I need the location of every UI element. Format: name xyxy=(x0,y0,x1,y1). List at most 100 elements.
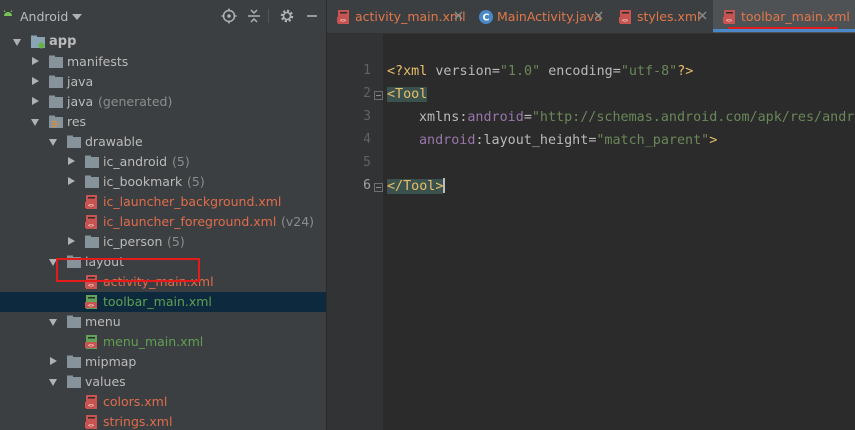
chevron-right-icon[interactable] xyxy=(32,97,39,105)
annotation-underline xyxy=(728,27,838,29)
tree-item[interactable]: java (generated) xyxy=(0,92,326,112)
svg-text:<>: <> xyxy=(88,203,94,209)
folder-icon xyxy=(85,175,99,188)
tree-item[interactable]: drawable xyxy=(0,132,326,152)
code-line-3: xmlns:android="http://schemas.android.co… xyxy=(419,110,855,125)
chevron-right-icon[interactable] xyxy=(68,177,75,185)
project-panel-header: Android xyxy=(0,0,326,33)
tree-item[interactable]: mipmap xyxy=(0,352,326,372)
tab-label: styles.xml xyxy=(637,9,701,24)
chevron-right-icon[interactable] xyxy=(68,157,75,165)
chevron-right-icon[interactable] xyxy=(32,77,39,85)
text-caret xyxy=(443,178,446,193)
chevron-down-icon[interactable] xyxy=(49,379,57,386)
tree-item[interactable]: menu xyxy=(0,312,326,332)
tree-item[interactable]: res xyxy=(0,112,326,132)
tree-item-label: manifests xyxy=(67,54,129,69)
tree-item[interactable]: manifests xyxy=(0,52,326,72)
folder-icon xyxy=(49,115,63,128)
line-gutter: 1 2 3 4 5 6 xyxy=(327,34,383,430)
svg-text:<>: <> xyxy=(622,18,628,24)
tree-item-label: strings.xml xyxy=(103,414,173,429)
folder-icon xyxy=(67,375,81,388)
xml-file-icon: <> xyxy=(85,415,97,429)
svg-text:<>: <> xyxy=(88,223,94,229)
collapse-all-icon[interactable] xyxy=(246,8,262,24)
svg-text:<>: <> xyxy=(88,343,94,349)
tree-item-label: ic_person xyxy=(103,234,163,249)
tree-item[interactable]: app xyxy=(0,32,326,52)
tree-item-label: ic_launcher_background.xml xyxy=(103,194,282,209)
code-line-1: <?xml version="1.0" encoding="utf-8"?> xyxy=(387,64,694,79)
tree-item-label: mipmap xyxy=(85,354,137,369)
tree-item-label: java xyxy=(67,74,94,89)
tree-item[interactable]: values xyxy=(0,372,326,392)
tree-item[interactable]: ic_bookmark (5) xyxy=(0,172,326,192)
java-class-icon: C xyxy=(479,10,493,24)
tree-item[interactable]: <> ic_launcher_background.xml xyxy=(0,192,326,212)
minimize-icon[interactable] xyxy=(304,8,320,24)
tree-item-label: menu_main.xml xyxy=(103,334,204,349)
folder-icon xyxy=(85,235,99,248)
tab-mainactivity-java[interactable]: C MainActivity.java xyxy=(469,0,609,33)
close-icon[interactable] xyxy=(698,11,707,20)
folder-icon xyxy=(49,55,63,68)
tree-item-label: colors.xml xyxy=(103,394,168,409)
line-number: 2 xyxy=(363,86,371,101)
tree-item[interactable]: ic_person (5) xyxy=(0,232,326,252)
tree-item-suffix: (5) xyxy=(187,174,205,189)
svg-text:<>: <> xyxy=(88,303,94,309)
folder-icon xyxy=(85,155,99,168)
tree-item[interactable]: <> ic_launcher_foreground.xml (v24) xyxy=(0,212,326,232)
line-number: 5 xyxy=(363,155,371,170)
tree-item[interactable]: <> colors.xml xyxy=(0,392,326,412)
tab-label: activity_main.xml xyxy=(355,9,466,24)
close-icon[interactable] xyxy=(594,11,603,20)
tool-open-tag: <Tool xyxy=(387,87,428,102)
android-icon xyxy=(3,10,13,16)
code-editor[interactable]: 1 2 3 4 5 6 <?xml version="1.0" encoding="utf… xyxy=(327,34,855,430)
chevron-down-icon[interactable] xyxy=(31,119,39,126)
tool-close-tag: </Tool xyxy=(387,179,436,194)
tree-item[interactable]: <> toolbar_main.xml xyxy=(0,292,326,312)
chevron-right-icon[interactable] xyxy=(50,357,57,365)
tab-label: MainActivity.java xyxy=(497,9,602,24)
folder-icon xyxy=(67,315,81,328)
locate-icon[interactable] xyxy=(221,8,237,24)
fold-open-icon[interactable] xyxy=(374,91,383,100)
svg-text:C: C xyxy=(483,13,490,24)
tree-item-suffix: (generated) xyxy=(98,94,173,109)
folder-icon xyxy=(49,75,63,88)
xml-file-icon: <> xyxy=(85,395,97,409)
xml-file-icon: <> xyxy=(619,10,631,24)
active-tab-indicator xyxy=(713,29,855,32)
chevron-right-icon[interactable] xyxy=(32,57,39,65)
chevron-down-icon[interactable] xyxy=(49,319,57,326)
chevron-down-icon[interactable] xyxy=(13,39,21,46)
tree-item-label: ic_launcher_foreground.xml xyxy=(103,214,277,229)
line-number: 3 xyxy=(363,109,371,124)
tree-item-label: values xyxy=(85,374,126,389)
tree-item[interactable]: <> strings.xml xyxy=(0,412,326,430)
project-panel: Android app manifests java java (generat… xyxy=(0,0,326,430)
close-icon[interactable] xyxy=(454,11,463,20)
tree-item[interactable]: ic_android (5) xyxy=(0,152,326,172)
code-line-6: </Tool> xyxy=(387,178,446,194)
fold-close-icon[interactable] xyxy=(374,183,383,192)
chevron-right-icon[interactable] xyxy=(68,237,75,245)
line-number: 6 xyxy=(363,178,371,193)
gear-icon[interactable] xyxy=(279,8,295,24)
svg-text:<>: <> xyxy=(88,283,94,289)
tab-activity-main-xml[interactable]: <> activity_main.xml xyxy=(327,0,469,33)
xml-file-icon: <> xyxy=(85,215,97,229)
tree-item[interactable]: <> menu_main.xml xyxy=(0,332,326,352)
tree-item-suffix: (5) xyxy=(172,154,190,169)
view-selector-label[interactable]: Android xyxy=(20,9,68,24)
tree-item[interactable]: java xyxy=(0,72,326,92)
tab-styles-xml[interactable]: <> styles.xml xyxy=(609,0,713,33)
chevron-down-icon[interactable] xyxy=(49,139,57,146)
chevron-down-icon[interactable] xyxy=(72,14,82,20)
svg-text:<>: <> xyxy=(88,423,94,429)
xml-file-icon: <> xyxy=(337,10,349,24)
module-icon xyxy=(31,35,45,49)
